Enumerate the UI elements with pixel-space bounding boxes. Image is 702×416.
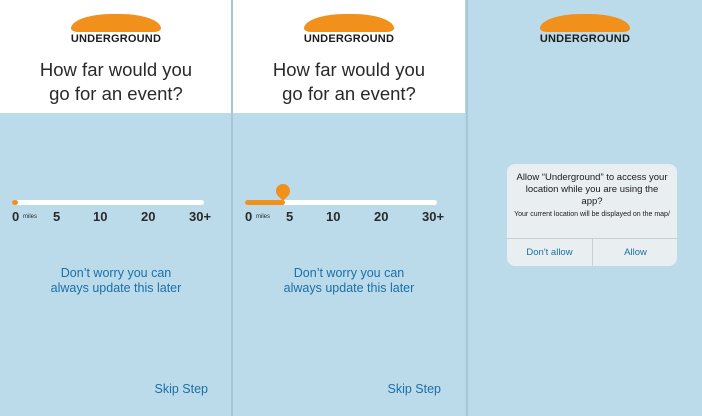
dialog-message: Your current location will be displayed … <box>514 211 670 218</box>
logo-wordmark: UNDERGROUND <box>70 33 162 45</box>
logo-wordmark: UNDERGROUND <box>303 33 395 45</box>
tick-20: 20 <box>374 209 389 224</box>
tick-20: 20 <box>141 209 156 224</box>
underground-logo: UNDERGROUND <box>70 14 162 48</box>
dialog-title: Allow “Underground” to access your locat… <box>516 172 668 207</box>
question-line-1: How far would you <box>39 59 193 80</box>
tick-0: 0 <box>245 209 253 224</box>
distance-slider[interactable] <box>12 200 204 205</box>
reassurance-text: Don’t worry you can always update this l… <box>0 266 232 296</box>
tick-5: 5 <box>53 209 61 224</box>
reassurance-line-1: Don’t worry you can <box>60 266 172 280</box>
question-line-1: How far would you <box>272 59 426 80</box>
question-heading: How far would you go for an event? <box>0 58 232 106</box>
underground-logo: UNDERGROUND <box>303 14 395 48</box>
location-permission-dialog: Allow “Underground” to access your locat… <box>507 164 677 266</box>
allow-button[interactable]: Allow <box>593 239 677 266</box>
header: UNDERGROUND How far would you go for an … <box>233 0 465 113</box>
question-line-2: go for an event? <box>49 83 183 104</box>
screen-distance-selected: UNDERGROUND How far would you go for an … <box>233 0 465 416</box>
tick-0: 0 <box>12 209 20 224</box>
reassurance-line-2: always update this later <box>283 281 415 295</box>
skip-step-link[interactable]: Skip Step <box>154 382 208 396</box>
slider-fill <box>12 200 18 205</box>
tick-30-plus: 30+ <box>189 209 212 224</box>
slider-fill <box>245 200 285 205</box>
location-pin-icon[interactable] <box>273 181 293 201</box>
question-heading: How far would you go for an event? <box>233 58 465 106</box>
logo-arc-icon <box>304 14 394 32</box>
tick-unit: miles <box>23 214 38 220</box>
distance-ticks: 0 miles 5 10 20 30+ <box>245 209 455 225</box>
distance-ticks: 0 miles 5 10 20 30+ <box>12 209 222 225</box>
screen-location-permission: UNDERGROUND Allow “Underground” to acces… <box>468 0 702 416</box>
tick-10: 10 <box>93 209 108 224</box>
tick-5: 5 <box>286 209 294 224</box>
header: UNDERGROUND How far would you go for an … <box>0 0 232 113</box>
screen-distance-default: UNDERGROUND How far would you go for an … <box>0 0 232 416</box>
reassurance-text: Don’t worry you can always update this l… <box>233 266 465 296</box>
logo-wordmark: UNDERGROUND <box>539 33 631 45</box>
question-line-2: go for an event? <box>282 83 416 104</box>
tick-unit: miles <box>256 214 271 220</box>
reassurance-line-1: Don’t worry you can <box>293 266 405 280</box>
distance-slider[interactable] <box>245 181 437 205</box>
tick-30-plus: 30+ <box>422 209 445 224</box>
tick-10: 10 <box>326 209 341 224</box>
reassurance-line-2: always update this later <box>50 281 182 295</box>
logo-arc-icon <box>540 14 630 32</box>
logo-arc-icon <box>71 14 161 32</box>
dont-allow-button[interactable]: Don't allow <box>507 239 592 266</box>
skip-step-link[interactable]: Skip Step <box>387 382 441 396</box>
underground-logo: UNDERGROUND <box>539 14 631 48</box>
